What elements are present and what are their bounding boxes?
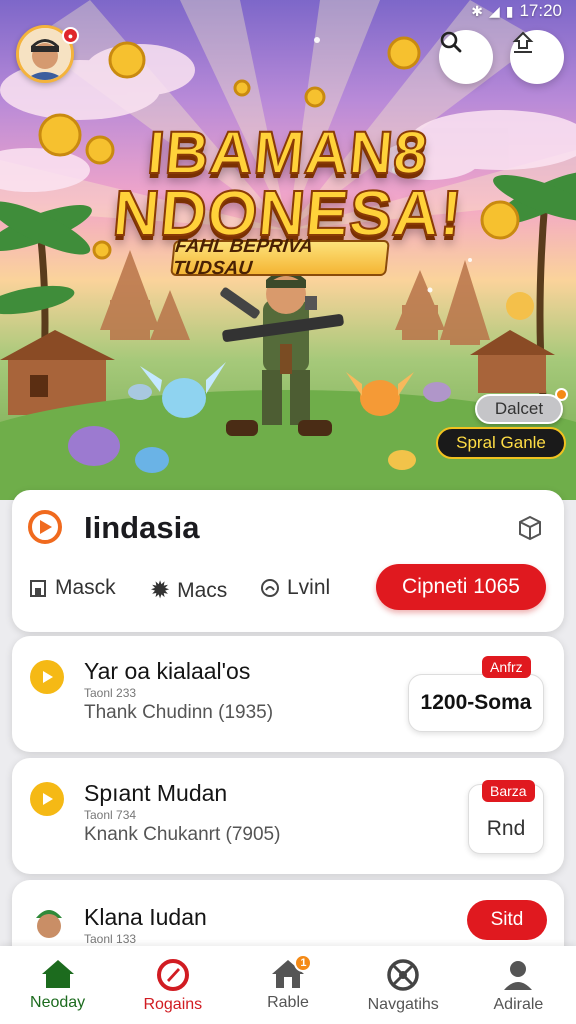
nav-item-home[interactable]: Neoday — [0, 946, 115, 1024]
battery-icon: ▮ — [505, 2, 514, 19]
list-item-subtitle: Knank Chukanrt (7905) — [84, 824, 281, 845]
list-item-code: Taonl 133 — [84, 932, 137, 946]
download-icon — [512, 31, 534, 53]
nav-item-rable[interactable]: 1 Rable — [230, 946, 345, 1024]
nav-label: Navgatihs — [367, 996, 439, 1013]
meta-store[interactable]: Masck — [28, 576, 116, 600]
bottom-navigation: Neoday Rogains 1 Rable Navgatihs Adirale — [0, 946, 576, 1024]
status-badge: Barza — [482, 780, 535, 802]
list-item-code: Taonl 734 — [84, 808, 137, 822]
signal-at-icon — [261, 579, 279, 597]
feature-pill[interactable]: Spral Ganle — [436, 427, 566, 459]
compass-icon — [387, 959, 419, 991]
list-item-subtitle: Thank Chudinn (1935) — [84, 702, 274, 723]
meta-level-label: Lvinl — [287, 576, 331, 599]
list-item-title: Spıant Mudan — [84, 780, 228, 806]
featured-card: Iindasia Masck ✹ Macs Lvinl Cipneti 1065 — [12, 490, 564, 632]
rocket-icon — [156, 959, 189, 991]
list-item-code: Taonl 233 — [84, 686, 137, 700]
nav-item-rogains[interactable]: Rogains — [115, 946, 230, 1024]
store-icon — [30, 580, 46, 597]
search-button[interactable] — [439, 30, 493, 84]
primary-cta-button[interactable]: Cipneti 1065 — [376, 564, 546, 610]
hero-banner[interactable]: ✱ ◢ ▮ 17:20 ● IBAMAN8 NDONESA! FAHL BEPR… — [0, 0, 576, 500]
signal-icon: ◢ — [488, 2, 500, 19]
list-item-title: Yar oa kialaal'os — [84, 658, 251, 684]
nav-label: Neoday — [30, 994, 86, 1011]
cube-icon[interactable] — [516, 514, 544, 547]
play-icon[interactable] — [30, 660, 64, 694]
nav-item-navigations[interactable]: Navgatihs — [346, 946, 461, 1024]
status-time: 17:20 — [519, 1, 562, 20]
play-icon[interactable] — [30, 782, 64, 816]
home-icon — [41, 960, 74, 988]
featured-title: Iindasia — [84, 510, 200, 545]
small-cta-button[interactable]: Sitd — [467, 900, 547, 940]
list-item-title: Klana Iudan — [84, 904, 207, 930]
profile-icon — [504, 961, 533, 990]
list-item[interactable]: Yar oa kialaal'os Taonl 233 Thank Chudin… — [12, 636, 564, 752]
bluetooth-icon: ✱ — [471, 2, 483, 19]
search-icon — [440, 31, 462, 53]
nav-badge: 1 — [294, 954, 313, 972]
nav-label: Rogains — [143, 996, 203, 1013]
nav-label: Rable — [267, 994, 309, 1011]
list-item[interactable]: Spıant Mudan Taonl 734 Knank Chukanrt (7… — [12, 758, 564, 874]
meta-settings[interactable]: ✹ Macs — [150, 576, 227, 605]
hero-subtitle: FAHL BEPRIVA TUDSAU — [170, 236, 390, 279]
price-button[interactable]: 1200-Soma — [408, 674, 544, 732]
app-screen: ✱ ◢ ▮ 17:20 ● IBAMAN8 NDONESA! FAHL BEPR… — [0, 0, 576, 1024]
meta-level[interactable]: Lvinl — [260, 576, 330, 600]
status-badge: Anfrz — [482, 656, 531, 678]
nav-label: Adirale — [493, 996, 544, 1013]
dalcet-pill[interactable]: Dalcet — [475, 394, 563, 424]
meta-settings-label: Macs — [177, 578, 228, 602]
pill-notification-dot — [555, 388, 568, 401]
play-icon[interactable] — [28, 510, 62, 544]
gear-icon: ✹ — [150, 577, 171, 604]
meta-store-label: Masck — [55, 576, 116, 599]
nav-item-profile[interactable]: Adirale — [461, 946, 576, 1024]
status-bar: ✱ ◢ ▮ 17:20 — [471, 0, 562, 22]
notification-badge: ● — [62, 27, 79, 44]
download-button[interactable] — [510, 30, 564, 84]
